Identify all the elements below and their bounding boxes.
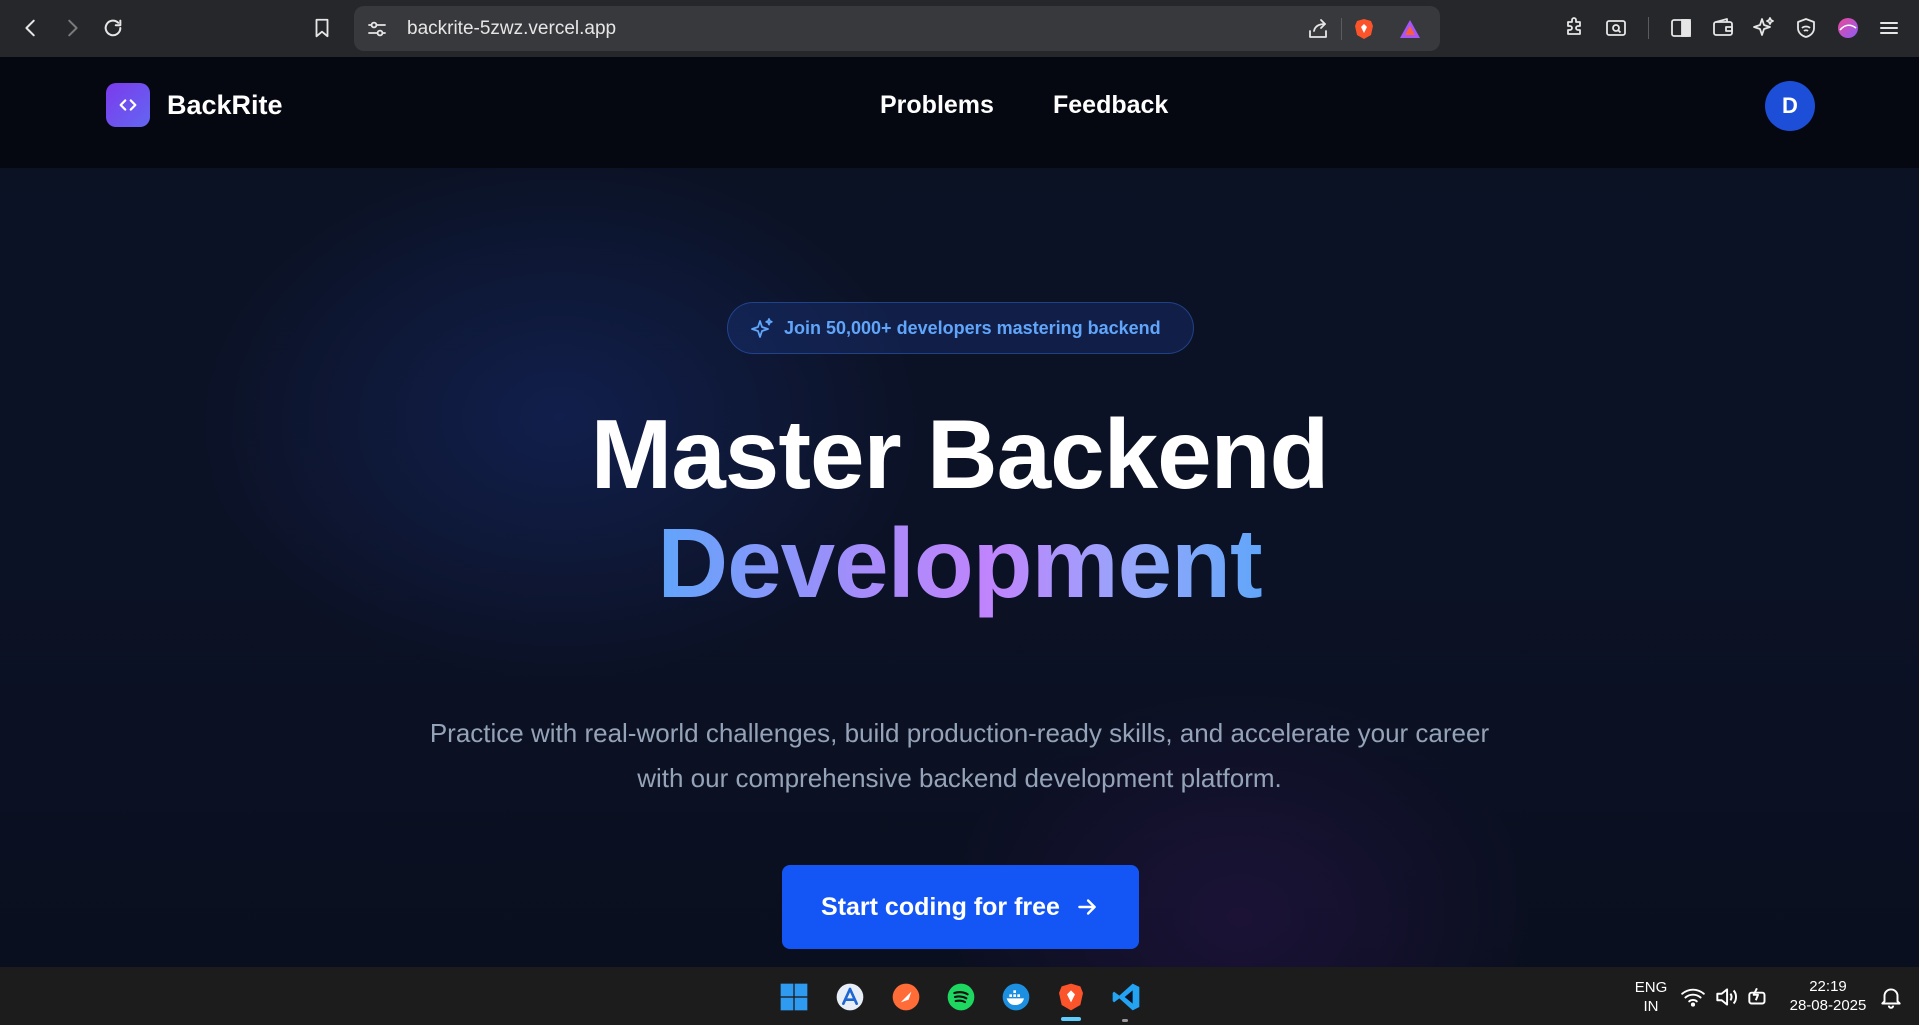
brave-rewards-icon[interactable] [1397,16,1423,42]
profile-icon[interactable] [1835,15,1861,41]
share-icon[interactable] [1305,16,1331,42]
windows-start-icon[interactable] [776,979,812,1015]
brave-shields-icon[interactable] [1351,16,1377,42]
avatar[interactable]: D [1765,81,1815,131]
start-coding-button[interactable]: Start coding for free [782,865,1139,949]
nav-problems[interactable]: Problems [880,91,994,120]
site-settings-icon[interactable] [364,16,390,42]
docker-icon[interactable] [998,979,1034,1015]
wallet-icon[interactable] [1710,15,1736,41]
menu-icon[interactable] [1876,15,1902,41]
reload-icon [104,19,122,37]
hero-badge: Join 50,000+ developers mastering backen… [727,302,1194,354]
region-code: IN [1643,998,1659,1015]
badge-text: Join 50,000+ developers mastering backen… [784,318,1161,338]
wifi-icon[interactable] [1680,979,1706,1015]
clock-date: 28-08-2025 [1789,997,1867,1014]
extensions-icon[interactable] [1562,15,1588,41]
back-button[interactable] [14,11,48,45]
vpn-shield-icon[interactable] [1793,15,1819,41]
clock[interactable]: 22:19 28-08-2025 [1780,977,1876,1015]
sparkles-icon [751,318,773,338]
web-page: BackRite Problems Feedback D Join 50,000… [0,57,1919,967]
vscode-icon[interactable] [1108,979,1144,1015]
arrow-right-icon [1078,899,1096,915]
brave-browser-icon[interactable] [1053,979,1089,1015]
headline-gradient-text: Development [657,508,1262,618]
sidebar-icon[interactable] [1668,15,1694,41]
divider [1648,17,1649,39]
reader-mode-icon[interactable] [1603,15,1629,41]
bookmark-icon [315,18,329,38]
language-indicator[interactable]: ENG IN [1625,978,1677,1016]
forward-button[interactable] [55,11,89,45]
chevron-left-icon [25,19,35,37]
url-text[interactable]: backrite-5zwz.vercel.app [407,18,616,40]
headline-line-2: Development [0,514,1919,612]
nav-feedback[interactable]: Feedback [1053,91,1168,120]
clock-time: 22:19 [1809,978,1847,995]
volume-icon[interactable] [1713,979,1739,1015]
cta-label: Start coding for free [821,892,1060,921]
postman-icon[interactable] [888,979,924,1015]
windows-taskbar: ENG IN 22:19 28-08-2025 [0,967,1919,1025]
brand-name[interactable]: BackRite [167,90,283,121]
logo[interactable] [106,83,150,127]
bookmark-button[interactable] [305,11,339,45]
active-app-indicator [1061,1017,1081,1021]
language-code: ENG [1634,979,1668,996]
site-header: BackRite Problems Feedback D [0,57,1919,168]
leo-ai-icon[interactable] [1751,15,1777,41]
app-store-icon[interactable] [832,979,868,1015]
browser-toolbar: backrite-5zwz.vercel.app [0,0,1919,57]
reload-button[interactable] [96,11,130,45]
notification-bell-icon[interactable] [1878,979,1904,1015]
code-icon [119,99,137,111]
headline-line-1: Master Backend [590,399,1330,509]
hero-subtitle: Practice with real-world challenges, bui… [429,718,1490,793]
chevron-right-icon [68,19,78,37]
running-app-indicator [1122,1019,1128,1022]
spotify-icon[interactable] [943,979,979,1015]
address-bar[interactable]: backrite-5zwz.vercel.app [354,6,1440,51]
battery-charging-icon[interactable] [1745,979,1771,1015]
divider [1341,18,1342,40]
